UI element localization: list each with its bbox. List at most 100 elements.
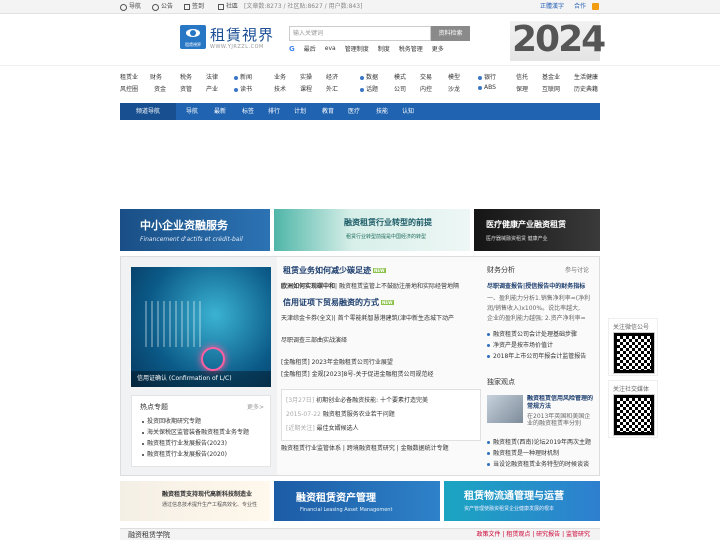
category-link[interactable]: 历史典籍 — [574, 84, 598, 93]
traditional-chinese-link[interactable]: 正體漢字 — [540, 0, 564, 14]
category-link[interactable]: 模式 — [394, 72, 406, 81]
feature-caption[interactable]: 信用证确认 (Confirmation of L/C) — [131, 371, 271, 387]
topic-links[interactable]: 融资租赁行业监管体系 | 跨境融资租赁研究 | 金融数据统计专题 — [281, 443, 449, 452]
category-link[interactable]: 模型 — [448, 72, 460, 81]
feature-image[interactable] — [131, 267, 271, 387]
category-link[interactable]: 税务 — [180, 72, 192, 81]
asset-management-ad[interactable]: 融资租赁资产管理 Financial Leasing Asset Managem… — [274, 481, 440, 521]
channel-item[interactable]: 排行 — [268, 103, 280, 120]
article-link[interactable]: 融资租赁是一种理财机制 — [487, 448, 597, 457]
category-link[interactable]: 公司 — [394, 84, 406, 93]
healthcare-ad[interactable]: 医疗健康产业融资租赁 医疗器械融资租赁 健康产业 — [474, 209, 600, 251]
signin-link[interactable]: 签到 — [184, 0, 204, 14]
article-link[interactable]: 融资租赁(西南)论坛2019年两次主题 — [487, 437, 597, 446]
qr-code-icon[interactable] — [613, 332, 655, 374]
category-link[interactable]: 产业 — [206, 84, 218, 93]
channel-item[interactable]: 教育 — [322, 103, 334, 120]
notice-link[interactable]: 公告 — [152, 0, 173, 14]
channel-item[interactable]: 最新 — [214, 103, 226, 120]
category-link[interactable]: 读书 — [234, 84, 252, 93]
category-link[interactable]: 新闻 — [234, 72, 252, 81]
hot-topic-item[interactable]: 投资回收期研究专题 — [142, 416, 249, 427]
nav-link[interactable]: 导航 — [120, 0, 141, 14]
headline-3[interactable]: 尽职调查三部曲实战演绎 — [281, 335, 481, 344]
category-link[interactable]: 风控圈 — [120, 84, 138, 93]
recent-item[interactable]: [3月27日] 初期创业必备融资技能: 十个要素打造完美 — [286, 395, 486, 404]
headline-2[interactable]: 信用证项下贸易融资的方式 NEW — [283, 297, 394, 308]
category-link[interactable]: 资金 — [154, 84, 166, 93]
transformation-ad[interactable]: 融资租赁行业转型的前提 租赁行业转型前提是中国经济的转型 — [274, 209, 470, 251]
headline-1-sub[interactable]: 欧洲如何实现碳中和| 融资租赁监管上不鼓励注册地和实际经营地隔 — [281, 281, 481, 290]
article-link[interactable]: 净资产是按市场价值计 — [487, 340, 597, 349]
news-item[interactable]: [金融租赁] 2023年金融租赁公司行业展望 — [281, 357, 481, 366]
channel-item[interactable]: 技能 — [376, 103, 388, 120]
hot-topic-item[interactable]: 融资租赁行业发展报告(2023) — [142, 438, 249, 449]
recent-item[interactable]: [近期关注] 最佳女婿候选人 — [286, 423, 486, 432]
category-link[interactable]: 资管 — [180, 84, 192, 93]
recent-item[interactable]: 2015-07-22 融资租赁服务农业若干问题 — [286, 409, 486, 418]
sme-finance-ad[interactable]: 中小企业资融服务 Financement d'actifs et crédit-… — [120, 209, 270, 251]
headline-2-sub[interactable]: 天津综金卡券(全文)| 首个零能耗智慧港建筑(津中新生态城下动产 — [281, 313, 481, 322]
calendar-icon — [184, 4, 190, 10]
category-link[interactable]: 话题 — [360, 84, 378, 93]
search-input[interactable]: 输入关键词 — [289, 26, 431, 41]
search-button[interactable]: 资料检索 — [431, 26, 470, 41]
category-link[interactable]: 内控 — [420, 84, 432, 93]
category-link[interactable]: 生活健康 — [574, 72, 598, 81]
logo-small-text: 租賃視界 — [185, 42, 201, 47]
article-title[interactable]: 融资租赁信用风险管理的常规方法 — [527, 395, 595, 411]
logistics-ad[interactable]: 租赁物流通管理与运营 资产管理使融资租赁企业健康发展的根本 — [444, 481, 600, 521]
category-link[interactable]: 沙龙 — [448, 84, 460, 93]
channel-item[interactable]: 医疗 — [348, 103, 360, 120]
quick-link[interactable]: eva — [325, 45, 336, 52]
category-link[interactable]: 信托 — [516, 72, 528, 81]
category-link[interactable]: 数据 — [360, 72, 378, 81]
channel-lead[interactable]: 频道导航 — [120, 103, 176, 120]
category-link[interactable]: 实操 — [300, 72, 312, 81]
article-link[interactable]: 当设论融资租赁业务特型的时候谈谈 — [487, 459, 597, 468]
rss-icon[interactable] — [592, 3, 599, 10]
category-link[interactable]: 基金业 — [542, 72, 560, 81]
channel-item[interactable]: 计划 — [294, 103, 306, 120]
category-link[interactable]: ABS — [478, 84, 496, 91]
category-link[interactable]: 外汇 — [326, 84, 338, 93]
category-link[interactable]: 互联网 — [542, 84, 560, 93]
category-link[interactable]: 交易 — [420, 72, 432, 81]
hot-topic-item[interactable]: 海关保税区监管装备融资租赁业务专题 — [142, 427, 249, 438]
quick-link[interactable]: 制度 — [378, 44, 390, 53]
category-link[interactable]: 技术 — [274, 84, 286, 93]
article-link[interactable]: 2018年上市公司年报会计监管报告 — [487, 351, 597, 360]
hot-more-link[interactable]: 更多> — [247, 402, 264, 411]
category-link[interactable]: 财务 — [150, 72, 162, 81]
channel-item[interactable]: 导航 — [186, 103, 198, 120]
hot-topic-item[interactable]: 融资租赁行业发展报告(2020) — [142, 449, 249, 460]
category-link[interactable]: 法律 — [206, 72, 218, 81]
headline-1[interactable]: 租赁业务如何减少碳足迹 NEW — [283, 265, 386, 276]
year-banner[interactable]: 2024 — [510, 19, 606, 61]
discuss-link[interactable]: 参与讨论 — [565, 265, 589, 274]
qr-code-icon[interactable] — [613, 394, 655, 436]
article-title[interactable]: 尽职调查报告|授信报告中的财务指标 — [487, 281, 597, 290]
cooperate-link[interactable]: 合作 — [574, 0, 586, 14]
category-link[interactable]: 银行 — [478, 72, 496, 81]
category-link[interactable]: 经济 — [326, 72, 338, 81]
category-link[interactable]: 业务 — [274, 72, 286, 81]
channel-item[interactable]: 认知 — [402, 103, 414, 120]
news-item[interactable]: [金融租赁] 金规[2023]8号-关于促进金融租赁公司规范经 — [281, 369, 481, 378]
article-thumbnail[interactable] — [487, 395, 523, 423]
channel-item[interactable]: 标签 — [242, 103, 254, 120]
quick-link[interactable]: 管理制度 — [345, 44, 369, 53]
category-link[interactable]: 课程 — [300, 84, 312, 93]
logo-title[interactable]: 租賃視界 — [210, 24, 274, 45]
quick-link[interactable]: 更多 — [432, 44, 444, 53]
community-link[interactable]: 社區 — [218, 0, 238, 14]
article-excerpt: 润/销售收入)x100%。说比率越大, — [487, 305, 580, 312]
article-link[interactable]: 融资租赁公司会计处理基础步骤 — [487, 329, 597, 338]
academy-links[interactable]: 政策文件 | 租赁观点 | 研究报告 | 监管研究 — [476, 529, 590, 541]
quick-link[interactable]: 税务管理 — [399, 44, 423, 53]
category-link[interactable]: 保理 — [516, 84, 528, 93]
category-link[interactable]: 租赁业 — [120, 72, 138, 81]
quick-link[interactable]: 最后 — [304, 44, 316, 53]
hightech-ad[interactable]: 融资租赁支持现代高新科技制造业 通过信息技术提升生产工程高效化、专业性 — [120, 481, 270, 521]
finance-analysis-title: 财务分析 — [487, 266, 515, 274]
